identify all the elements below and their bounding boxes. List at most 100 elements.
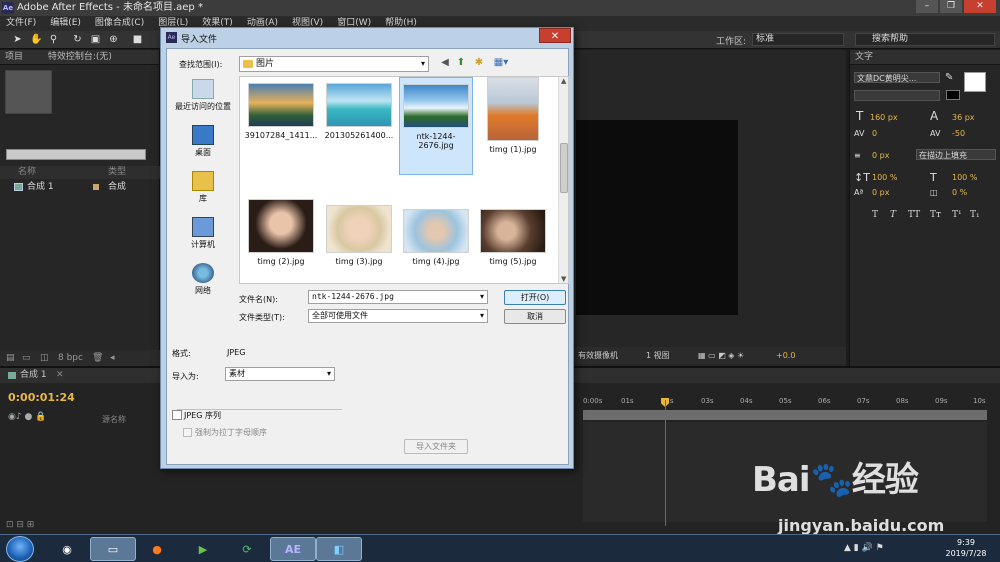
layer-switches-icons[interactable]: ◉♪ ● 🔒 [8,412,46,422]
hand-tool-icon[interactable]: ✋ [30,34,42,45]
tray-icons[interactable]: ▲ ▮ 🔊 ⚑ [844,543,884,553]
interpret-footage-icon[interactable]: ▤ [6,350,15,366]
font-family-select[interactable]: 文鼎DC黄明尖... [854,72,940,83]
file-item[interactable]: 201305261400... [322,83,396,163]
new-folder-icon[interactable]: ✱ [473,57,485,69]
stroke-color-swatch[interactable] [946,90,960,100]
file-item[interactable]: timg (4).jpg [399,209,473,279]
col-name[interactable]: 名称 [18,166,36,179]
small-caps-button[interactable]: Tт [930,210,941,221]
trash-icon[interactable]: 🗑 [92,350,103,366]
current-timecode[interactable]: 0:00:01:24 [8,391,75,404]
browser-icon[interactable]: ⟳ [224,537,270,561]
selection-tool-icon[interactable]: ➤ [12,34,23,45]
open-button[interactable]: 打开(O) [504,290,566,305]
tab-character[interactable]: 文字 [855,52,873,62]
leading-value[interactable]: 36 px [952,112,975,123]
new-comp-icon[interactable]: ◫ [40,350,49,366]
menu-edit[interactable]: 编辑(E) [50,16,81,31]
menu-file[interactable]: 文件(F) [6,16,36,31]
search-help-input[interactable]: 搜索帮助 [855,33,995,46]
subscript-button[interactable]: T₁ [970,210,980,221]
back-icon[interactable]: ◀ [439,57,451,69]
minimize-button[interactable]: – [916,0,938,13]
superscript-button[interactable]: T¹ [952,210,962,221]
file-list-scrollbar[interactable]: ▲ ▼ [558,77,568,283]
rectangle-tool-icon[interactable]: ■ [132,34,143,45]
place-library[interactable]: 库 [169,171,237,204]
exposure-value[interactable]: +0.0 [776,347,795,364]
zoom-tool-icon[interactable]: ⚲ [48,34,59,45]
tab-comp-1[interactable]: 合成 1 [20,368,47,383]
import-folder-button[interactable]: 导入文件夹 [404,439,468,454]
tab-effect-controls[interactable]: 特效控制台:(无) [48,52,112,62]
file-explorer-icon[interactable]: ▭ [90,537,136,561]
col-type[interactable]: 类型 [108,166,126,179]
label-color-swatch[interactable] [93,184,99,190]
tab-close-icon[interactable]: ✕ [56,368,64,383]
close-window-button[interactable]: ✕ [964,0,996,13]
import-as-select[interactable]: 素材 ▾ [225,367,335,381]
video-app-icon[interactable]: ▶ [180,537,226,561]
source-name-column[interactable]: 源名称 [102,414,126,425]
up-folder-icon[interactable]: ⬆ [455,57,467,69]
file-item[interactable]: timg (3).jpg [322,205,396,279]
jpeg-sequence-checkbox[interactable] [172,410,182,420]
faux-bold-button[interactable]: T [872,210,878,221]
file-item-selected[interactable]: ntk-1244-2676.jpg [399,77,473,175]
notes-app-icon[interactable]: ◧ [316,537,362,561]
camera-select[interactable]: 有效摄像机 [578,347,618,364]
scroll-down-icon[interactable]: ▼ [561,275,566,283]
place-recent[interactable]: 最近访问的位置 [169,79,237,112]
menu-composition[interactable]: 图像合成(C) [95,16,144,31]
time-ruler[interactable]: 0:00s 01s 02s 03s 04s 05s 06s 07s 08s 09… [583,392,987,408]
horizontal-scale-value[interactable]: 100 % [952,172,977,183]
bpc-label[interactable]: 8 bpc [58,350,83,366]
eyedropper-icon[interactable]: ✎ [945,72,957,84]
project-item-row[interactable]: 合成 1 合成 [0,180,160,194]
fill-color-swatch[interactable] [964,72,986,92]
filename-input[interactable]: ntk-1244-2676.jpg ▾ [308,290,488,304]
scroll-left-icon[interactable]: ◂ [110,350,115,366]
scroll-up-icon[interactable]: ▲ [561,77,566,85]
file-item[interactable]: 39107284_1411... [244,83,318,163]
stroke-mode-select[interactable]: 在描边上填充 [916,149,996,160]
after-effects-taskbar-icon[interactable]: AE [270,537,316,561]
tsume-value[interactable]: 0 % [952,187,967,198]
place-desktop[interactable]: 桌面 [169,125,237,158]
project-search-input[interactable] [6,149,146,160]
file-item[interactable]: timg (2).jpg [244,199,318,279]
system-clock[interactable]: 9:39 2019/7/28 [936,537,996,559]
font-size-value[interactable]: 160 px [870,112,898,123]
firefox-icon[interactable]: ● [134,537,180,561]
viewer-tools-icons[interactable]: ▦ ▭ ◩ ◈ ☀ [698,347,744,364]
media-player-icon[interactable]: ◉ [44,537,90,561]
maximize-button[interactable]: ❐ [940,0,962,13]
cancel-button[interactable]: 取消 [504,309,566,324]
chevron-down-icon[interactable]: ▾ [480,291,484,303]
font-style-select[interactable] [854,90,940,101]
baseline-shift-value[interactable]: 0 px [872,187,889,198]
scrollbar-thumb[interactable] [560,143,568,193]
tab-project[interactable]: 项目 [5,52,23,62]
camera-tool-icon[interactable]: ▣ [90,34,101,45]
new-folder-icon[interactable]: ▭ [22,350,31,366]
comp-canvas[interactable] [576,120,738,315]
timeline-bottom-icons[interactable]: ⊡ ⊟ ⊞ [6,520,34,530]
stroke-width-value[interactable]: 0 px [872,150,889,161]
look-in-select[interactable]: 图片 ▾ [239,56,429,72]
work-area-bar[interactable] [583,410,987,420]
view-menu-icon[interactable]: ▦▾ [491,57,511,69]
vertical-scale-value[interactable]: 100 % [872,172,897,183]
faux-italic-button[interactable]: T [890,210,896,221]
file-item[interactable]: timg (1).jpg [476,77,550,163]
workspace-select[interactable]: 标准 [752,33,844,46]
dialog-close-button[interactable]: ✕ [539,28,571,43]
file-item[interactable]: timg (5).jpg [476,209,550,279]
kerning-value[interactable]: 0 [872,128,877,139]
start-button[interactable] [6,536,34,562]
force-alphabetical-checkbox[interactable] [183,428,192,437]
place-network[interactable]: 网络 [169,263,237,296]
pan-behind-tool-icon[interactable]: ⊕ [108,34,119,45]
place-computer[interactable]: 计算机 [169,217,237,250]
